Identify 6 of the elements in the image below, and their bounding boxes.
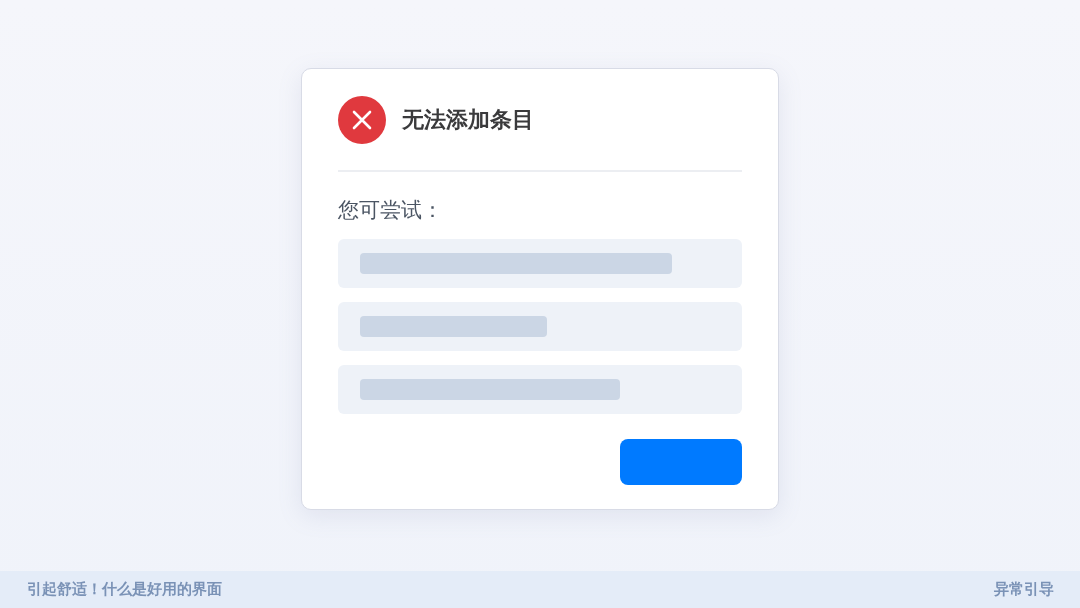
dialog-title: 无法添加条目 (402, 106, 534, 134)
error-icon (338, 96, 386, 144)
footer-section: 异常引导 (994, 580, 1054, 599)
primary-button[interactable] (620, 439, 742, 485)
prompt-text: 您可尝试： (338, 197, 443, 224)
footer-title: 引起舒适！什么是好用的界面 (27, 580, 222, 599)
